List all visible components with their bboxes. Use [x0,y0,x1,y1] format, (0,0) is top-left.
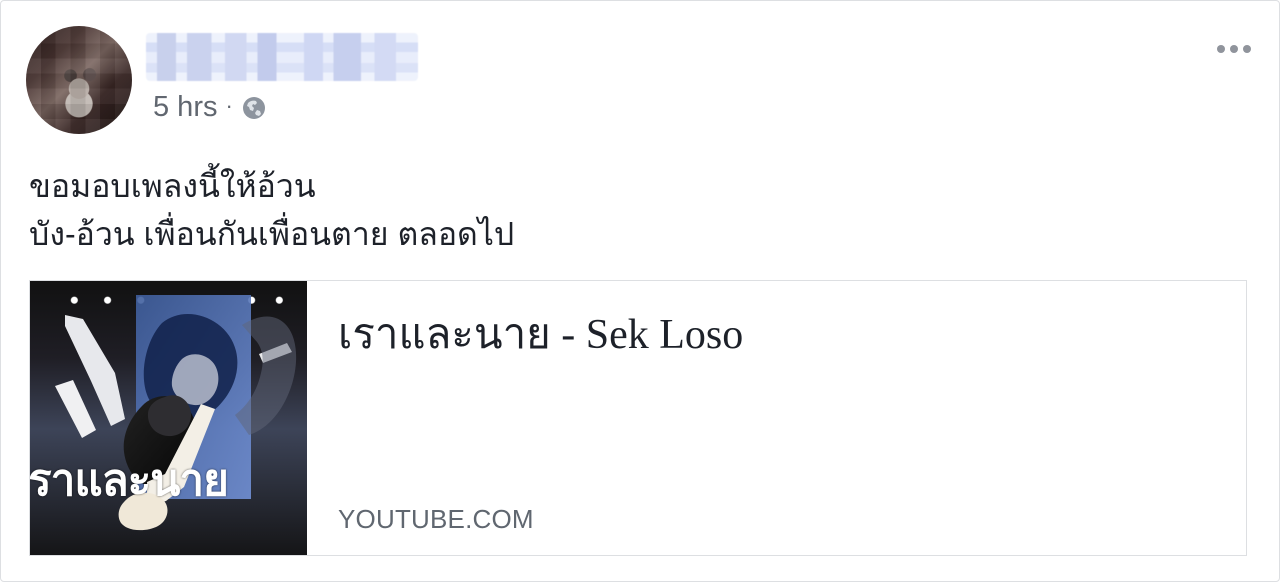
facebook-post: 5 hrs · ขอมอบเพลงนี้ให้อ้วน บัง-อ้วน เพื… [0,0,1280,582]
post-message: ขอมอบเพลงนี้ให้อ้วน บัง-อ้วน เพื่อนกันเพ… [29,162,514,258]
post-meta: 5 hrs · [153,93,267,122]
more-options-icon [1217,45,1251,53]
link-thumbnail[interactable]: ราและนาย [30,281,307,555]
message-line-1: ขอมอบเพลงนี้ให้อ้วน [29,168,316,204]
link-preview-card[interactable]: ราและนาย เราและนาย - Sek Loso YOUTUBE.CO… [29,280,1247,556]
avatar[interactable] [26,26,132,134]
thumbnail-caption: ราและนาย [30,455,229,506]
author-name-redacted[interactable] [146,33,418,81]
globe-icon[interactable] [241,95,267,121]
meta-separator: · [225,92,233,118]
link-domain[interactable]: YOUTUBE.COM [338,504,534,534]
post-timestamp[interactable]: 5 hrs [153,93,217,122]
more-options-button[interactable] [1215,37,1253,61]
message-line-2: บัง-อ้วน เพื่อนกันเพื่อนตาย ตลอดไป [29,216,515,252]
link-text-area[interactable]: เราและนาย - Sek Loso [338,311,1218,359]
link-title[interactable]: เราและนาย - Sek Loso [338,311,1218,359]
